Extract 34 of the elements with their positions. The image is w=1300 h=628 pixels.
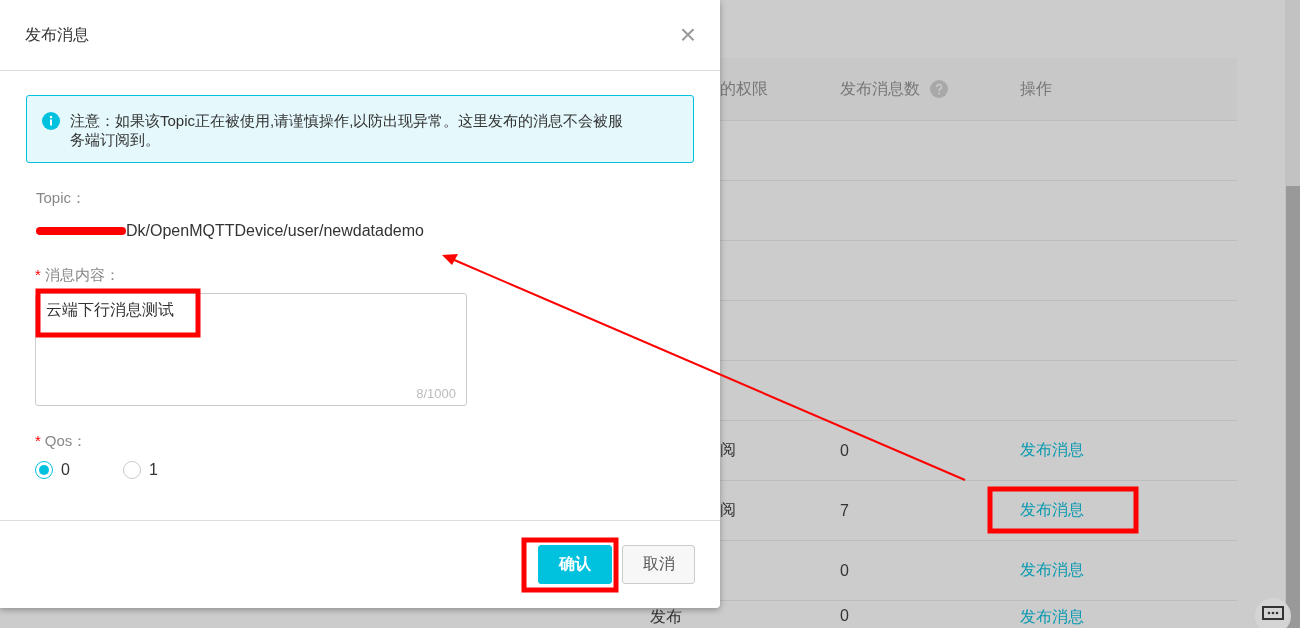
radio-option[interactable]: 0 (35, 461, 88, 479)
cancel-button[interactable]: 取消 (622, 545, 695, 584)
confirm-button[interactable]: 确认 (538, 545, 612, 584)
table-cell-text: 阅 (720, 440, 736, 460)
scrollbar[interactable] (1285, 0, 1300, 628)
radio-option[interactable]: 1 (123, 461, 176, 479)
publish-link[interactable]: 发布消息 (1020, 560, 1084, 581)
table-cell: 0 (840, 561, 849, 580)
scrollbar-thumb[interactable] (1286, 186, 1300, 628)
required-mark: * (35, 266, 41, 285)
close-button[interactable]: × (679, 21, 696, 49)
table-cell-text: 发布 (650, 607, 682, 627)
column-header: 的权限 (720, 78, 768, 99)
field-label: 消息内容： (44, 266, 120, 285)
field-label: Topic： (35, 189, 88, 208)
field-label: Qos： (44, 432, 88, 451)
publish-link[interactable]: 发布消息 (1020, 440, 1084, 461)
table-cell: 0 (840, 607, 849, 625)
dialog-title: 发布消息 (25, 24, 89, 45)
publish-link[interactable]: 发布消息 (1020, 607, 1084, 628)
required-mark: * (35, 432, 41, 451)
publish-link[interactable]: 发布消息 (1020, 500, 1084, 521)
column-header: 发布消息数 (840, 78, 920, 99)
table-cell-text: 阅 (720, 500, 736, 520)
help-icon[interactable] (930, 80, 948, 98)
table-cell: 7 (840, 501, 849, 520)
alert-text: 注意：如果该Topic正在被使用,请谨慎操作,以防出现异常。这里发布的消息不会被服务端订阅到。 (70, 111, 625, 149)
table-cell: 0 (840, 441, 849, 460)
chat-icon[interactable] (1255, 598, 1291, 628)
info-icon (42, 111, 60, 130)
character-counter: 8/1000 (416, 386, 456, 401)
topic-value: Dk/OpenMQTTDevice/user/newdatademo (126, 222, 424, 240)
message-input[interactable]: 云端下行消息测试 8/1000 (35, 293, 467, 406)
column-header: 操作 (1020, 78, 1052, 99)
